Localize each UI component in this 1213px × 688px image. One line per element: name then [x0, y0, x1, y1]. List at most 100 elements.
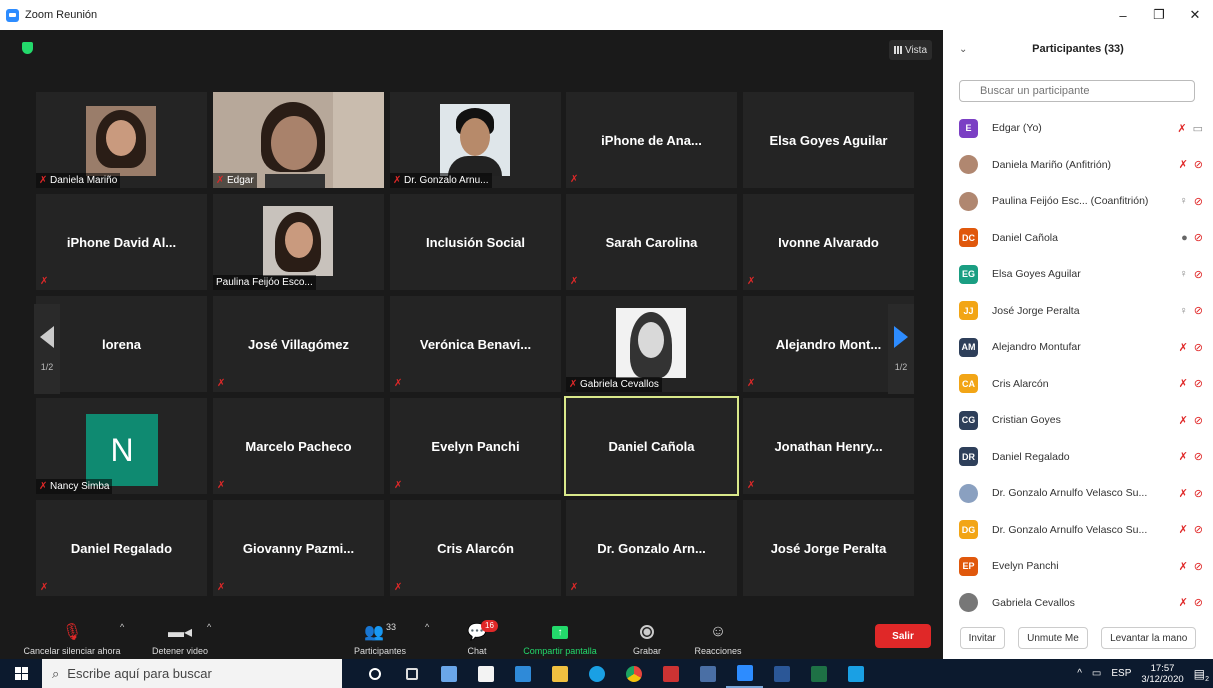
participant-row[interactable]: CG Cristian Goyes ✗ ⊘	[943, 402, 1213, 439]
video-tile[interactable]: ✗ Edgar	[213, 92, 384, 188]
participant-name: lorena	[101, 336, 141, 352]
previous-page-button[interactable]: 1/2	[34, 304, 60, 394]
participant-search-input[interactable]	[959, 80, 1195, 102]
smiley-icon: ☺	[709, 623, 727, 640]
taskbar-search[interactable]: ⌕ Escribe aquí para buscar	[42, 659, 342, 688]
participant-row[interactable]: Paulina Feijóo Esc... (Coanfitrión) ♀ ⊘	[943, 183, 1213, 220]
app-icon[interactable]	[430, 659, 467, 688]
leave-meeting-button[interactable]: Salir	[875, 624, 931, 648]
participant-name: Sarah Carolina	[605, 234, 698, 250]
security-shield-icon[interactable]	[22, 42, 33, 54]
mail-icon[interactable]	[504, 659, 541, 688]
participant-row[interactable]: JJ José Jorge Peralta ♀ ⊘	[943, 293, 1213, 330]
avatar: DG	[959, 520, 978, 540]
participant-row[interactable]: DC Daniel Cañola ● ⊘	[943, 220, 1213, 257]
view-label: Vista	[904, 44, 928, 56]
video-tile[interactable]: Cris Alarcón ✗	[390, 500, 561, 596]
taskbar-apps	[356, 659, 874, 688]
participant-row[interactable]: Gabriela Cevallos ✗ ⊘	[943, 585, 1213, 622]
video-tile[interactable]: Giovanny Pazmi... ✗	[213, 500, 384, 596]
video-tile[interactable]: Elsa Goyes Aguilar	[743, 92, 914, 188]
video-tile[interactable]: José Villagómez ✗	[213, 296, 384, 392]
participant-row[interactable]: DG Dr. Gonzalo Arnulfo Velasco Su... ✗ ⊘	[943, 512, 1213, 549]
taskbar: ⌕ Escribe aquí para buscar ^ ▭ ESP 17:57…	[0, 659, 1213, 688]
task-view-icon[interactable]	[393, 659, 430, 688]
mic-muted-icon: ✗	[40, 582, 49, 593]
video-tile[interactable]: Inclusión Social	[390, 194, 561, 290]
chevron-up-icon[interactable]: ^	[1077, 668, 1082, 679]
language-indicator[interactable]: ESP	[1111, 668, 1131, 679]
video-tile[interactable]: Paulina Feijóo Esco...	[213, 194, 384, 290]
video-tile[interactable]: Sarah Carolina ✗	[566, 194, 737, 290]
calculator-icon[interactable]	[689, 659, 726, 688]
participant-video	[616, 308, 686, 378]
skype-icon[interactable]	[578, 659, 615, 688]
participant-name: José Jorge Peralta	[770, 540, 887, 556]
participant-row[interactable]: EP Evelyn Panchi ✗ ⊘	[943, 548, 1213, 585]
video-options-caret-icon[interactable]: ^	[207, 622, 211, 632]
participant-row[interactable]: DR Daniel Regalado ✗ ⊘	[943, 439, 1213, 476]
unmute-me-button[interactable]: Unmute Me	[1018, 627, 1088, 649]
app-icon[interactable]	[837, 659, 874, 688]
zoom-logo-icon	[6, 8, 19, 22]
invite-button[interactable]: Invitar	[959, 627, 1005, 649]
view-button[interactable]: Vista	[889, 40, 932, 60]
mic-muted-icon: ✗	[1177, 122, 1187, 135]
file-explorer-icon[interactable]	[541, 659, 578, 688]
participants-options-caret-icon[interactable]: ^	[425, 622, 429, 632]
participant-row[interactable]: AM Alejandro Montufar ✗ ⊘	[943, 329, 1213, 366]
video-tile[interactable]: Dr. Gonzalo Arn... ✗	[566, 500, 737, 596]
record-button[interactable]: Grabar	[620, 616, 674, 659]
participants-button[interactable]: 👥 33 Participantes	[340, 616, 420, 659]
participant-row[interactable]: Dr. Gonzalo Arnulfo Velasco Su... ✗ ⊘	[943, 475, 1213, 512]
video-tile[interactable]: Evelyn Panchi ✗	[390, 398, 561, 494]
video-tile[interactable]: Jonathan Henry... ✗	[743, 398, 914, 494]
next-page-button[interactable]: 1/2	[888, 304, 914, 394]
chevron-down-icon[interactable]: ⌄	[959, 44, 967, 55]
network-icon[interactable]: ▭	[1092, 668, 1101, 679]
cortana-icon[interactable]	[356, 659, 393, 688]
close-button[interactable]: ✕	[1177, 0, 1213, 30]
chrome-icon[interactable]	[615, 659, 652, 688]
restore-button[interactable]: ❐	[1141, 0, 1177, 30]
notification-center-icon[interactable]: ▤ 2	[1194, 667, 1209, 683]
video-tile[interactable]: Ivonne Alvarado ✗	[743, 194, 914, 290]
meeting-toolbar: 🎙 Cancelar silenciar ahora ^ ▬◂ Detener …	[0, 616, 943, 659]
video-tile[interactable]: Marcelo Pacheco ✗	[213, 398, 384, 494]
video-tile[interactable]: Daniel Regalado ✗	[36, 500, 207, 596]
minimize-button[interactable]: –	[1105, 0, 1141, 30]
excel-icon[interactable]	[800, 659, 837, 688]
participant-name-label: ✗ Nancy Simba	[36, 479, 113, 494]
page-indicator: 1/2	[40, 362, 54, 372]
video-tile[interactable]: ✗ Dr. Gonzalo Arnu...	[390, 92, 561, 188]
video-tile[interactable]: iPhone de Ana... ✗	[566, 92, 737, 188]
start-button[interactable]	[0, 659, 42, 688]
participant-row[interactable]: EG Elsa Goyes Aguilar ♀ ⊘	[943, 256, 1213, 293]
participant-status: ✗ ⊘	[1179, 523, 1203, 536]
video-tile[interactable]: lorena ✗	[36, 296, 207, 392]
participant-row[interactable]: E Edgar (Yo) ✗ ▭	[943, 110, 1213, 147]
audio-options-caret-icon[interactable]: ^	[120, 622, 124, 632]
participant-name: Marcelo Pacheco	[245, 438, 352, 454]
video-tile[interactable]: iPhone David Al... ✗	[36, 194, 207, 290]
video-tile[interactable]: ✗ Gabriela Cevallos	[566, 296, 737, 392]
video-tile[interactable]: ✗ Daniela Mariño	[36, 92, 207, 188]
zoom-app-icon[interactable]	[726, 659, 763, 688]
video-tile-active-speaker[interactable]: Daniel Cañola	[564, 396, 739, 496]
reactions-button[interactable]: ☺ Reacciones	[686, 616, 750, 659]
video-tile[interactable]: N ✗ Nancy Simba	[36, 398, 207, 494]
share-screen-button[interactable]: ↑ Compartir pantalla	[512, 616, 608, 659]
video-tile[interactable]: Verónica Benavi... ✗	[390, 296, 561, 392]
video-tile[interactable]: José Jorge Peralta	[743, 500, 914, 596]
mic-muted-icon: ✗	[1178, 560, 1188, 573]
participant-row[interactable]: Daniela Mariño (Anfitrión) ✗ ⊘	[943, 147, 1213, 184]
app-icon[interactable]	[652, 659, 689, 688]
video-label: Detener video	[151, 646, 209, 656]
participant-name: Evelyn Panchi	[431, 438, 520, 454]
raise-hand-button[interactable]: Levantar la mano	[1101, 627, 1197, 649]
chat-button[interactable]: 💬 16 Chat	[452, 616, 502, 659]
clock[interactable]: 17:57 3/12/2020	[1141, 663, 1183, 685]
store-icon[interactable]	[467, 659, 504, 688]
word-icon[interactable]	[763, 659, 800, 688]
participant-row[interactable]: CA Cris Alarcón ✗ ⊘	[943, 366, 1213, 403]
